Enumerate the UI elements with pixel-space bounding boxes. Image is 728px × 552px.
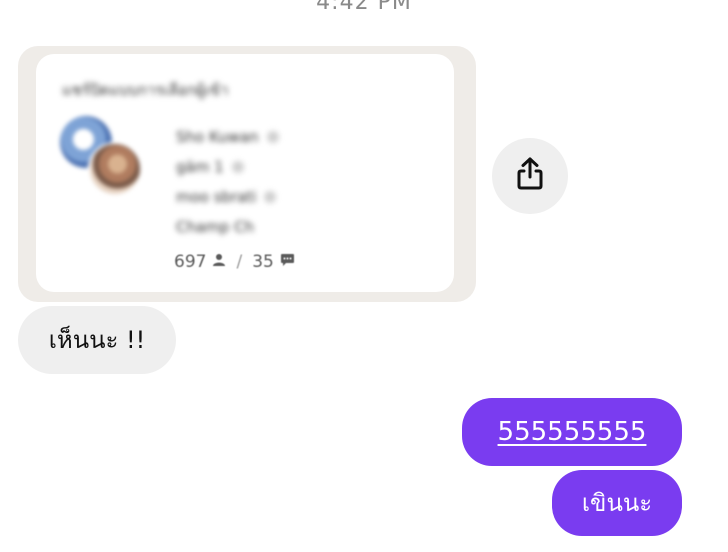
member-count: 697 [174,252,207,272]
comment-icon [280,252,295,272]
share-button[interactable] [492,138,568,214]
outgoing-message-bubble[interactable]: เขินนะ [552,470,682,536]
member-name: moo sbrati [176,188,257,206]
message-timestamp: 4:42 PM [316,0,412,15]
badge-icon [264,191,277,203]
badge-icon [231,161,244,173]
shared-post-message[interactable]: แชร์ปิดแบบการเลือกผู้เข้า Sho Kuwan gäm … [18,46,476,302]
member-name: Champ Ch [176,218,255,236]
list-item: Champ Ch [176,212,279,242]
list-item: gäm 1 [176,152,279,182]
comment-count: 35 [252,252,274,272]
member-list: Sho Kuwan gäm 1 moo sbrati Champ Ch [176,122,279,242]
post-stats: 697 / 35 [174,252,295,272]
group-avatar [60,116,142,200]
shared-post-title: แชร์ปิดแบบการเลือกผู้เข้า [62,81,229,99]
outgoing-message-bubble[interactable]: 555555555 [462,398,682,466]
list-item: moo sbrati [176,182,279,212]
incoming-message-bubble[interactable]: เห็นนะ !! [18,306,176,374]
person-icon [212,252,226,272]
member-name: gäm 1 [176,158,224,176]
avatar [88,142,142,196]
stats-separator: / [236,252,243,272]
share-icon [513,156,547,196]
member-name: Sho Kuwan [176,128,259,146]
list-item: Sho Kuwan [176,122,279,152]
badge-icon [266,131,279,143]
shared-post-card[interactable]: แชร์ปิดแบบการเลือกผู้เข้า Sho Kuwan gäm … [36,54,454,292]
